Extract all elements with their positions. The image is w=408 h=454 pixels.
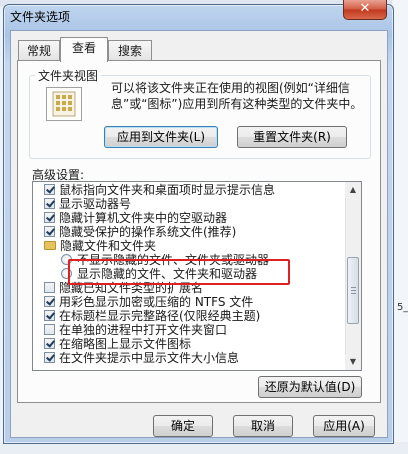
- folder-view-icon: [46, 87, 82, 121]
- setting-folder-tip-size[interactable]: 在文件夹提示中显示文件大小信息: [44, 351, 239, 369]
- setting-show-popup[interactable]: 鼠标指向文件夹和桌面项时显示提示信息: [44, 183, 275, 198]
- setting-label: 隐藏文件和文件夹: [60, 239, 157, 253]
- setting-group-hidden-files: 隐藏文件和文件夹: [44, 239, 156, 254]
- checkbox-icon[interactable]: [44, 324, 55, 335]
- reset-folders-button[interactable]: 重置文件夹(R): [237, 126, 347, 148]
- checkbox-icon[interactable]: [44, 198, 55, 209]
- setting-separate-process[interactable]: 在单独的进程中打开文件夹窗口: [44, 323, 227, 338]
- ok-button[interactable]: 确定: [153, 415, 213, 437]
- close-button[interactable]: ✕: [343, 0, 387, 20]
- cancel-button[interactable]: 取消: [233, 415, 293, 437]
- annotation-highlight-box: [68, 259, 290, 285]
- window-title: 文件夹选项: [10, 10, 71, 24]
- setting-label: 鼠标指向文件夹和桌面项时显示提示信息: [59, 183, 276, 197]
- desktop-background-right: [392, 0, 408, 454]
- checkbox-icon[interactable]: [44, 212, 55, 223]
- setting-label: 显示驱动器号: [59, 197, 132, 211]
- setting-hide-protected-os-files[interactable]: 隐藏受保护的操作系统文件(推荐): [44, 225, 236, 240]
- setting-label: 在文件夹提示中显示文件大小信息: [59, 351, 240, 365]
- desktop-text-fragment: 5_1: [397, 302, 408, 313]
- tab-view[interactable]: 查看: [60, 37, 108, 62]
- setting-label: 在缩略图上显示文件图标: [59, 337, 192, 351]
- restore-defaults-button[interactable]: 还原为默认值(D): [258, 376, 362, 398]
- checkbox-icon[interactable]: [44, 338, 55, 349]
- scroll-down-arrow-icon[interactable]: ▼: [345, 354, 361, 370]
- setting-hide-empty-drives[interactable]: 隐藏计算机文件夹中的空驱动器: [44, 211, 227, 226]
- setting-label: 用彩色显示加密或压缩的 NTFS 文件: [59, 295, 254, 309]
- setting-thumbnail-icons[interactable]: 在缩略图上显示文件图标: [44, 337, 191, 352]
- checkbox-icon[interactable]: [44, 352, 55, 363]
- folder-views-label: 文件夹视图: [35, 67, 102, 84]
- checkbox-icon[interactable]: [44, 226, 55, 237]
- setting-label: 在标题栏显示完整路径(仅限经典主题): [59, 309, 261, 323]
- setting-color-ntfs[interactable]: 用彩色显示加密或压缩的 NTFS 文件: [44, 295, 253, 310]
- tab-search[interactable]: 搜索: [108, 40, 152, 61]
- scrollbar-grip: [351, 290, 356, 291]
- scrollbar-grip: [351, 293, 356, 294]
- scroll-up-arrow-icon[interactable]: ▲: [345, 182, 361, 198]
- setting-label: 隐藏受保护的操作系统文件(推荐): [59, 225, 237, 239]
- checkbox-icon[interactable]: [44, 296, 55, 307]
- checkbox-icon[interactable]: [44, 184, 55, 195]
- scrollbar-grip: [351, 287, 356, 288]
- checkbox-icon[interactable]: [44, 310, 55, 321]
- checkbox-icon[interactable]: [44, 282, 55, 293]
- apply-to-folders-button[interactable]: 应用到文件夹(L): [104, 126, 218, 148]
- setting-label: 隐藏计算机文件夹中的空驱动器: [59, 211, 228, 225]
- folder-views-description: 可以将该文件夹正在使用的视图(例如“详细信息”或“图标”)应用到所有这种类型的文…: [111, 81, 363, 111]
- setting-full-path-title[interactable]: 在标题栏显示完整路径(仅限经典主题): [44, 309, 260, 324]
- folder-icon: [44, 241, 56, 250]
- setting-label: 在单独的进程中打开文件夹窗口: [59, 323, 228, 337]
- setting-show-drive-letters[interactable]: 显示驱动器号: [44, 197, 131, 212]
- apply-button[interactable]: 应用(A): [313, 415, 375, 437]
- tab-general[interactable]: 常规: [18, 40, 60, 61]
